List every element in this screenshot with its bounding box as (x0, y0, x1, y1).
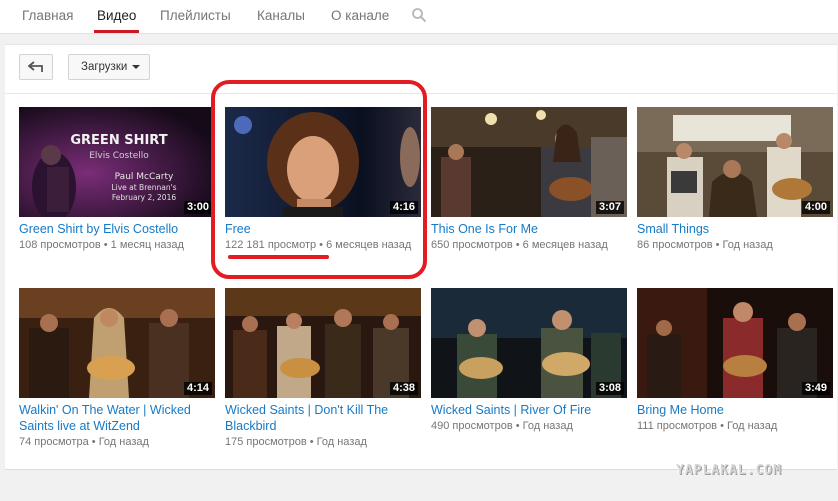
video-card: 3:08 Wicked Saints | River Of Fire 490 п… (431, 288, 627, 434)
upload-age: 6 месяцев назад (522, 239, 608, 251)
thumb-title-text: GREEN SHIRT (70, 133, 167, 148)
search-icon[interactable] (411, 7, 427, 23)
tab-channels[interactable]: Каналы (257, 0, 305, 33)
meta-separator: • (91, 436, 96, 448)
view-count: 650 просмотров (431, 239, 513, 251)
video-thumbnail[interactable]: 3:08 (431, 288, 627, 398)
view-count: 86 просмотров (637, 239, 713, 251)
upload-age: Год назад (98, 436, 149, 448)
video-meta: 490 просмотров • Год назад (431, 419, 627, 434)
duration-badge: 3:00 (183, 201, 212, 214)
video-meta: 86 просмотров • Год назад (637, 238, 833, 253)
video-card: GREEN SHIRT Elvis Costello Paul McCarty … (19, 107, 215, 253)
duration-badge: 4:14 (183, 382, 212, 395)
video-title-link[interactable]: Wicked Saints | River Of Fire (431, 402, 627, 418)
thumb-date-text: February 2, 2016 (112, 193, 176, 202)
duration-badge: 4:38 (389, 382, 418, 395)
video-title-link[interactable]: Small Things (637, 221, 833, 237)
video-thumbnail[interactable]: 3:49 (637, 288, 833, 398)
watermark: YAPLAKAL.COM (676, 463, 782, 478)
back-button[interactable] (19, 54, 53, 80)
video-meta: 175 просмотров • Год назад (225, 435, 421, 450)
video-card: 3:49 Bring Me Home 111 просмотров • Год … (637, 288, 833, 434)
video-title-link[interactable]: This One Is For Me (431, 221, 627, 237)
thumb-artist-text: Elvis Costello (89, 151, 149, 161)
caret-down-icon (132, 65, 140, 69)
video-card: 4:14 Walkin' On The Water | Wicked Saint… (19, 288, 215, 450)
video-card: 3:07 This One Is For Me 650 просмотров •… (431, 107, 627, 253)
duration-badge: 3:07 (595, 201, 624, 214)
video-thumbnail[interactable]: 4:38 (225, 288, 421, 398)
upload-age: Год назад (727, 420, 778, 432)
thumb-venue-text: Live at Brennan's (111, 183, 176, 192)
view-count: 74 просмотра (19, 436, 89, 448)
duration-badge: 3:49 (801, 382, 830, 395)
meta-separator: • (720, 420, 724, 432)
uploads-dropdown[interactable]: Загрузки (68, 54, 150, 80)
tab-videos[interactable]: Видео (93, 0, 140, 33)
tab-playlists[interactable]: Плейлисты (160, 0, 231, 33)
video-meta: 650 просмотров • 6 месяцев назад (431, 238, 627, 253)
meta-separator: • (103, 239, 108, 251)
upload-age: Год назад (722, 239, 773, 251)
video-title-link[interactable]: Bring Me Home (637, 402, 833, 418)
uploads-dropdown-label: Загрузки (81, 61, 128, 73)
meta-separator: • (715, 239, 720, 251)
tab-about[interactable]: О канале (331, 0, 389, 33)
video-thumbnail[interactable]: 3:07 (431, 107, 627, 217)
video-thumbnail[interactable]: 4:00 (637, 107, 833, 217)
view-count: 490 просмотров (431, 420, 513, 432)
tab-home[interactable]: Главная (22, 0, 73, 33)
view-count: 111 просмотров (637, 420, 718, 432)
view-count: 108 просмотров (19, 239, 101, 251)
video-meta: 111 просмотров • Год назад (637, 419, 833, 434)
video-title-link[interactable]: Wicked Saints | Don't Kill The Blackbird (225, 402, 421, 434)
channel-tabs-bar: Главная Видео Плейлисты Каналы О канале (0, 0, 838, 34)
upload-age: Год назад (522, 420, 573, 432)
video-card: 4:38 Wicked Saints | Don't Kill The Blac… (225, 288, 421, 450)
video-meta: 74 просмотра • Год назад (19, 435, 215, 450)
view-count: 175 просмотров (225, 436, 307, 448)
upload-age: 1 месяц назад (110, 239, 184, 251)
back-arrow-icon (28, 61, 43, 72)
duration-badge: 4:00 (801, 201, 830, 214)
duration-badge: 3:08 (595, 382, 624, 395)
video-thumbnail[interactable]: 4:14 (19, 288, 215, 398)
highlight-annotation (211, 80, 427, 279)
upload-age: Год назад (316, 436, 367, 448)
video-card: 4:00 Small Things 86 просмотров • Год на… (637, 107, 833, 253)
thumb-performer-text: Paul McCarty (115, 172, 174, 182)
meta-separator: • (309, 436, 314, 448)
meta-separator: • (515, 420, 520, 432)
meta-separator: • (515, 239, 520, 251)
underline-annotation (228, 255, 329, 259)
video-thumbnail[interactable]: GREEN SHIRT Elvis Costello Paul McCarty … (19, 107, 215, 217)
video-title-link[interactable]: Green Shirt by Elvis Costello (19, 221, 215, 237)
video-title-link[interactable]: Walkin' On The Water | Wicked Saints liv… (19, 402, 215, 434)
video-meta: 108 просмотров • 1 месяц назад (19, 238, 215, 253)
